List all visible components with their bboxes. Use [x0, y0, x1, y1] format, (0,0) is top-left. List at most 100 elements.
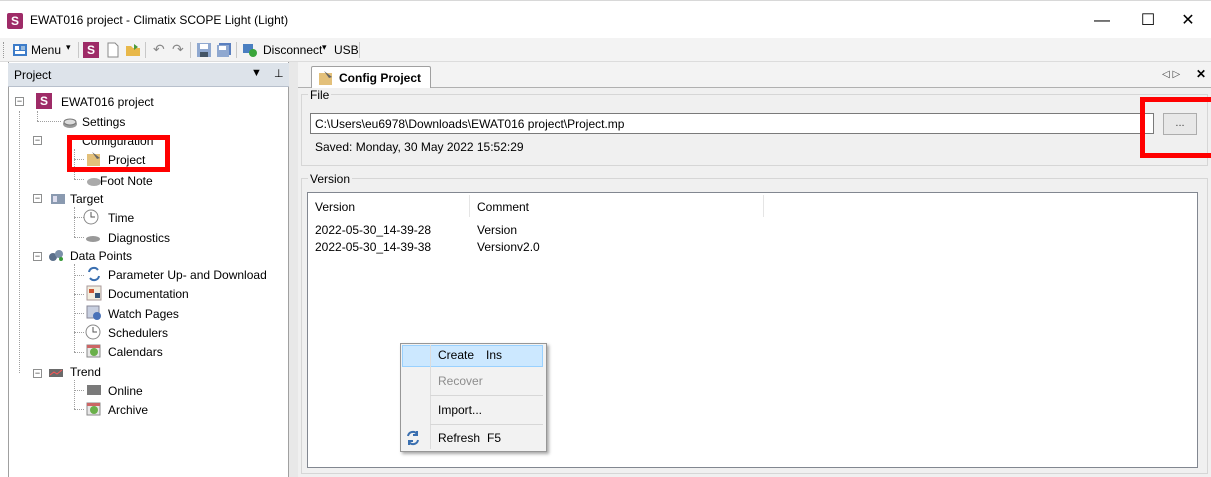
menu-button[interactable]: Menu	[31, 43, 61, 57]
menu-item-recover[interactable]: Recover	[438, 374, 483, 388]
file-group-title: File	[308, 88, 332, 102]
tree-line	[74, 207, 75, 237]
tree-line	[74, 179, 84, 180]
tree-collapse-toggle[interactable]: −	[15, 97, 24, 106]
app-logo-icon: S	[7, 13, 23, 29]
open-folder-icon[interactable]	[125, 42, 141, 58]
version-row-1-version[interactable]: 2022-05-30_14-39-28	[315, 223, 431, 237]
tree-item-foot-note[interactable]: Foot Note	[100, 174, 153, 188]
tree-item-time[interactable]: Time	[108, 211, 134, 225]
tree-item-online[interactable]: Online	[108, 384, 143, 398]
panel-dropdown-icon[interactable]: ▼	[251, 67, 262, 79]
scope-icon[interactable]: S	[83, 42, 99, 58]
pin-icon[interactable]: ⊥	[274, 67, 284, 80]
documentation-icon	[86, 285, 102, 301]
tree-line	[74, 275, 84, 276]
diagnostics-icon	[86, 236, 100, 242]
connection-dropdown-icon[interactable]: ▾	[322, 42, 327, 53]
menu-separator	[430, 395, 543, 396]
tree-item-root[interactable]: EWAT016 project	[61, 95, 154, 109]
clock-icon	[83, 209, 99, 225]
column-header-version[interactable]: Version	[315, 200, 355, 214]
new-file-icon[interactable]	[105, 42, 121, 58]
tree-item-watch-pages[interactable]: Watch Pages	[108, 307, 179, 321]
tree-line	[74, 264, 75, 352]
menu-separator	[430, 424, 543, 425]
save-all-icon[interactable]	[216, 42, 232, 58]
save-icon[interactable]	[196, 42, 212, 58]
refresh-icon	[407, 430, 419, 446]
project-root-icon: S	[36, 93, 52, 109]
version-row-2-version[interactable]: 2022-05-30_14-39-38	[315, 240, 431, 254]
tree-line	[19, 111, 20, 373]
tree-item-trend[interactable]: Trend	[70, 365, 101, 379]
tree-line	[74, 380, 75, 409]
tree-collapse-toggle[interactable]: −	[33, 194, 42, 203]
column-divider[interactable]	[469, 195, 470, 217]
version-group-title: Version	[308, 172, 353, 186]
menu-dropdown-icon[interactable]: ▾	[66, 42, 71, 53]
minimize-button[interactable]: —	[1079, 7, 1125, 35]
target-icon	[51, 194, 65, 204]
version-row-2-comment[interactable]: Versionv2.0	[477, 240, 540, 254]
menu-item-create[interactable]: Create	[438, 348, 474, 362]
saved-timestamp: Saved: Monday, 30 May 2022 15:52:29	[315, 140, 524, 154]
online-icon	[87, 385, 101, 395]
tree-line	[74, 313, 84, 314]
menu-item-create-shortcut: Ins	[486, 348, 503, 362]
tab-close-icon[interactable]: ✕	[1196, 67, 1206, 81]
menu-item-refresh[interactable]: Refresh	[438, 431, 480, 445]
tab-nav-arrows-icon[interactable]: ◁ ▷	[1162, 69, 1180, 80]
usb-label[interactable]: USB	[334, 43, 359, 57]
tree-line	[74, 409, 84, 410]
disconnect-icon[interactable]	[242, 42, 258, 58]
window-title: EWAT016 project - Climatix SCOPE Light (…	[30, 13, 289, 27]
refresh-arrows-icon	[88, 266, 100, 282]
tab-label: Config Project	[339, 71, 422, 85]
tree-item-target[interactable]: Target	[70, 192, 103, 206]
column-divider[interactable]	[763, 195, 764, 217]
disconnect-button[interactable]: Disconnect	[263, 43, 322, 57]
close-window-button[interactable]: ✕	[1165, 7, 1211, 35]
column-header-comment[interactable]: Comment	[477, 200, 529, 214]
tree-collapse-toggle[interactable]: −	[33, 136, 42, 145]
version-row-1-comment[interactable]: Version	[477, 223, 517, 237]
tree-item-parameter-up-download[interactable]: Parameter Up- and Download	[108, 268, 267, 282]
highlight-box	[67, 135, 170, 172]
tree-collapse-toggle[interactable]: −	[33, 369, 42, 378]
toolbar-grip	[3, 42, 6, 58]
tree-item-schedulers[interactable]: Schedulers	[108, 326, 168, 340]
config-project-tab-icon	[319, 71, 332, 85]
highlight-box	[1140, 97, 1211, 158]
trend-icon	[49, 369, 63, 377]
calendar-icon	[86, 344, 101, 358]
tree-item-archive[interactable]: Archive	[108, 403, 148, 417]
toolbar-separator	[359, 42, 360, 58]
tree-item-documentation[interactable]: Documentation	[108, 287, 189, 301]
tree-item-diagnostics[interactable]: Diagnostics	[108, 231, 170, 245]
tree-item-settings[interactable]: Settings	[82, 115, 125, 129]
tree-line	[74, 294, 84, 295]
tree-line	[37, 111, 38, 121]
redo-icon[interactable]: ↷	[172, 41, 184, 58]
undo-icon[interactable]: ↶	[153, 41, 165, 58]
tree-line	[74, 237, 84, 238]
toolbar-separator	[236, 42, 237, 58]
panel-splitter[interactable]	[289, 62, 298, 477]
menu-icon[interactable]	[12, 42, 28, 58]
menu-item-import[interactable]: Import...	[438, 403, 482, 417]
watch-pages-icon	[86, 305, 101, 320]
tree-line	[74, 390, 84, 391]
tree-item-calendars[interactable]: Calendars	[108, 345, 163, 359]
tree-line	[74, 332, 84, 333]
scheduler-clock-icon	[85, 324, 101, 340]
tree-collapse-toggle[interactable]: −	[33, 252, 42, 261]
data-points-icon	[49, 250, 63, 261]
project-file-path-field[interactable]: C:\Users\eu6978\Downloads\EWAT016 projec…	[310, 113, 1154, 134]
archive-icon	[86, 402, 101, 416]
settings-icon	[63, 118, 77, 128]
menu-icon-gutter	[430, 345, 431, 449]
tree-item-data-points[interactable]: Data Points	[70, 249, 132, 263]
tree-line	[37, 121, 61, 122]
tree-line	[74, 352, 84, 353]
